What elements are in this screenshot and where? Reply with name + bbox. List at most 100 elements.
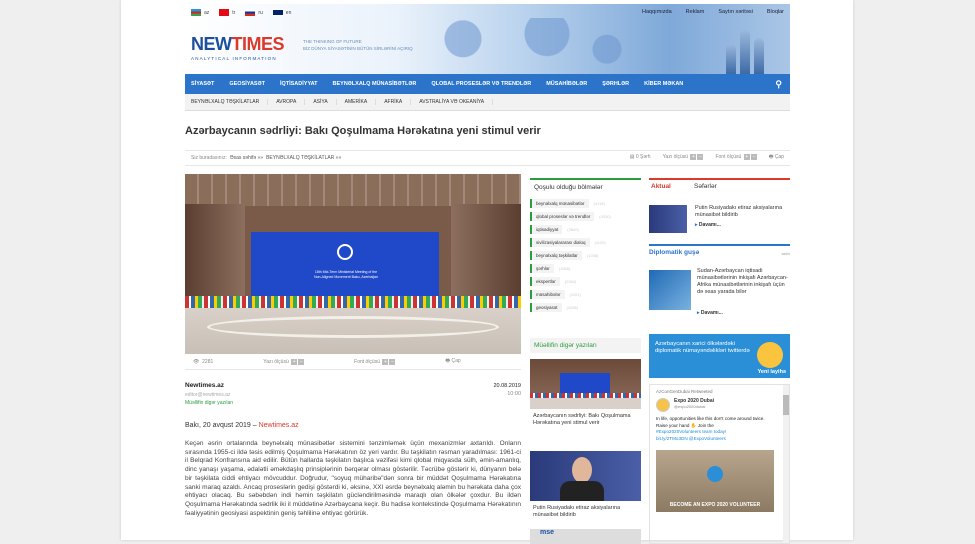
world-map-graphic	[415, 18, 655, 70]
play-icon[interactable]	[707, 466, 723, 482]
tweet-text: In life, opportunities like this don't c…	[656, 416, 765, 441]
increase-icon[interactable]: +	[690, 154, 697, 160]
read-more-link[interactable]: Davamı...	[697, 310, 723, 316]
top-link-blogs[interactable]: Bloqlar	[767, 9, 784, 15]
news-tabs: Aktual Səfərlər	[649, 178, 790, 192]
right-column: Aktual Səfərlər Putin Rusiyadakı etiraz …	[649, 178, 790, 316]
top-link-ads[interactable]: Reklam	[686, 9, 705, 15]
logo-subtitle: ANALYTICAL INFORMATION	[191, 56, 277, 61]
news-title: Putin Rusiyadakı etiraz aksiyalarına mün…	[695, 205, 783, 218]
banner-link[interactable]: Yeni layihə	[758, 369, 786, 376]
categories-title: Qoşulu olduğu bölmələr	[530, 178, 641, 194]
subnav-item-asia[interactable]: ASİYA	[305, 99, 337, 105]
az-flag-icon	[191, 9, 201, 16]
category-item[interactable]: müsahibələr (1021)	[530, 288, 641, 301]
increase-font-icon[interactable]: +	[743, 154, 750, 160]
other-post-title[interactable]: Putin Rusiyadakı etiraz aksiyalarına mün…	[533, 505, 638, 519]
main-nav: SİYASƏT GEOSİYASƏT İQTİSADİYYAT BEYNƏLXA…	[185, 74, 790, 94]
comment-count[interactable]: ▤ 0 Şərh	[630, 154, 651, 162]
lang-az[interactable]: az	[191, 9, 209, 16]
article-body: Keçən əsrin ortalarında beynəlxalq münas…	[185, 440, 521, 517]
tweet-account[interactable]: Expo 2020 Dubai @expo2020dubai	[656, 398, 783, 412]
author-name[interactable]: Newtimes.az	[185, 382, 521, 389]
news-title: Sudan-Azərbaycan iqtisadi münasibətlərin…	[697, 268, 788, 295]
print-button-2[interactable]: 🖶 Çap	[445, 358, 460, 366]
lang-en[interactable]: en	[272, 9, 291, 16]
tagline: THE THINKING OF FUTURE BİZ DÜNYA SİYASƏT…	[303, 38, 413, 52]
lang-ru[interactable]: ru	[245, 9, 263, 16]
avatar	[656, 398, 670, 412]
nav-item-geopolitics[interactable]: GEOSİYASƏT	[229, 81, 265, 87]
publish-time: 10:00	[507, 391, 521, 397]
sub-nav: BEYNƏLXALQ TƏŞKİLATLAR AVROPA ASİYA AMER…	[185, 94, 790, 111]
subnav-item-intl-orgs[interactable]: BEYNƏLXALQ TƏŞKİLATLAR	[191, 99, 269, 105]
other-post-image[interactable]	[530, 451, 641, 501]
nav-item-interviews[interactable]: MÜSAHİBƏLƏR	[546, 81, 587, 87]
breadcrumb: Siz buradasınız: Əsas səhifə »» BEYNƏLXA…	[185, 150, 790, 166]
breadcrumb-prefix: Siz buradasınız:	[191, 155, 227, 161]
logo-times: TIMES	[231, 34, 285, 54]
other-post-title[interactable]: Azərbaycanın sədrliyi: Bakı Qoşulmama Hə…	[533, 413, 638, 427]
breadcrumb-home[interactable]: Əsas səhifə »»	[230, 155, 263, 161]
view-count: 👁 2281	[193, 358, 214, 365]
subnav-item-oceania[interactable]: AVSTRALİYA VƏ OKEANİYA	[411, 99, 494, 105]
categories-box: Qoşulu olduğu bölmələr beynəlxalq münasi…	[530, 178, 641, 314]
nav-item-global-processes[interactable]: QLOBAL PROSESLƏR VƏ TRENDLƏR	[431, 81, 531, 87]
tab-visits[interactable]: Səfərlər	[694, 183, 717, 190]
print-button[interactable]: 🖶 Çap	[769, 154, 784, 162]
language-switcher: az tr ru en	[191, 9, 291, 16]
tab-actual[interactable]: Aktual	[649, 183, 694, 190]
tagline-line2: BİZ DÜNYA SİYASƏTİNİN BÜTÜN SİRLƏRİNİ AÇ…	[303, 46, 413, 51]
top-links: Haqqımızda Reklam Saytın xəritəsi Bloqla…	[642, 9, 784, 15]
category-item[interactable]: geosiyasət (4296)	[530, 301, 641, 314]
author-other-posts-link[interactable]: Müəllifin digər yazıları	[185, 400, 521, 406]
category-item[interactable]: sivilizasiyalararası dialoq (1120)	[530, 236, 641, 249]
decrease-font-icon[interactable]: −	[750, 154, 757, 160]
conference-screen: 18th Mid-Term Ministerial Meeting of the…	[251, 232, 439, 302]
other-post-image[interactable]: mse	[530, 529, 641, 544]
tweet-video[interactable]: BECOME AN EXPO 2020 VOLUNTEER	[656, 450, 774, 512]
site-logo[interactable]: NEWTIMES ANALYTICAL INFORMATION	[191, 34, 285, 61]
category-item[interactable]: şərhlər (1556)	[530, 262, 641, 275]
category-item[interactable]: ekspertlər (2284)	[530, 275, 641, 288]
article-tools: ▤ 0 Şərh Yazı ölçüsü + − Font ölçüsü + − 🖶…	[630, 154, 784, 162]
twitter-embed: AzConGenDubai Retweeted Expo 2020 Dubai @…	[649, 384, 790, 544]
lang-tr[interactable]: tr	[219, 9, 235, 16]
category-item[interactable]: qlobal proseslər və trendlər (4330)	[530, 210, 641, 223]
breadcrumb-category[interactable]: BEYNƏLXALQ TƏŞKİLATLAR »»	[266, 155, 341, 161]
banner-text: Azərbaycanın xarici ölkələrdəki diplomat…	[655, 341, 750, 354]
ru-flag-icon	[245, 9, 256, 16]
nav-item-economy[interactable]: İQTİSADİYYAT	[280, 81, 318, 87]
subnav-item-america[interactable]: AMERİKA	[337, 99, 377, 105]
diplomatic-corner-title: Diplomatik guşə arxiv	[649, 244, 790, 258]
nav-item-politics[interactable]: SİYASƏT	[191, 81, 214, 87]
font-size-control-2[interactable]: Yazı ölçüsü + −	[263, 358, 305, 365]
nav-item-intl-relations[interactable]: BEYNƏLXALQ MÜNASİBƏTLƏR	[333, 81, 417, 87]
author-email[interactable]: editor@newtimes.az	[185, 392, 521, 398]
other-post-image[interactable]	[530, 359, 641, 409]
font-control[interactable]: Font ölçüsü + −	[715, 154, 757, 162]
decrease-icon[interactable]: −	[697, 154, 704, 160]
flame-towers-graphic	[726, 30, 764, 74]
photo-toolbar: 👁 2281 Yazı ölçüsü + − Font ölçüsü + − 🖶 Ç…	[185, 354, 521, 370]
archive-link[interactable]: arxiv	[782, 251, 790, 256]
nav-item-cyber[interactable]: KİBER MƏKAN	[644, 81, 683, 87]
category-item[interactable]: beynəlxalq təşkilatlar (1038)	[530, 249, 641, 262]
font-size-control[interactable]: Yazı ölçüsü + −	[663, 154, 704, 162]
font-control-2[interactable]: Font ölçüsü + −	[354, 358, 396, 365]
search-icon[interactable]: ⚲	[775, 79, 782, 90]
read-more-link[interactable]: Davamı...	[695, 222, 721, 228]
twitter-project-banner[interactable]: Azərbaycanın xarici ölkələrdəki diplomat…	[649, 334, 790, 378]
video-caption: BECOME AN EXPO 2020 VOLUNTEER	[669, 502, 761, 508]
dateline-source[interactable]: Newtimes.az	[259, 422, 299, 429]
article-title: Azərbaycanın sədrliyi: Bakı Qoşulmama Hə…	[185, 125, 541, 137]
nav-item-comments[interactable]: ŞƏRHLƏR	[602, 81, 629, 87]
category-item[interactable]: iqtisadiyyat (3849)	[530, 223, 641, 236]
subnav-item-europe[interactable]: AVROPA	[268, 99, 306, 105]
category-item[interactable]: beynəlxalq münasibətlər (4118)	[530, 197, 641, 210]
top-link-about[interactable]: Haqqımızda	[642, 9, 672, 15]
subnav-item-africa[interactable]: AFRİKA	[376, 99, 412, 105]
top-link-sitemap[interactable]: Saytın xəritəsi	[718, 9, 753, 15]
publish-date: 20.08.2019	[493, 383, 521, 389]
scrollbar[interactable]	[783, 385, 789, 543]
